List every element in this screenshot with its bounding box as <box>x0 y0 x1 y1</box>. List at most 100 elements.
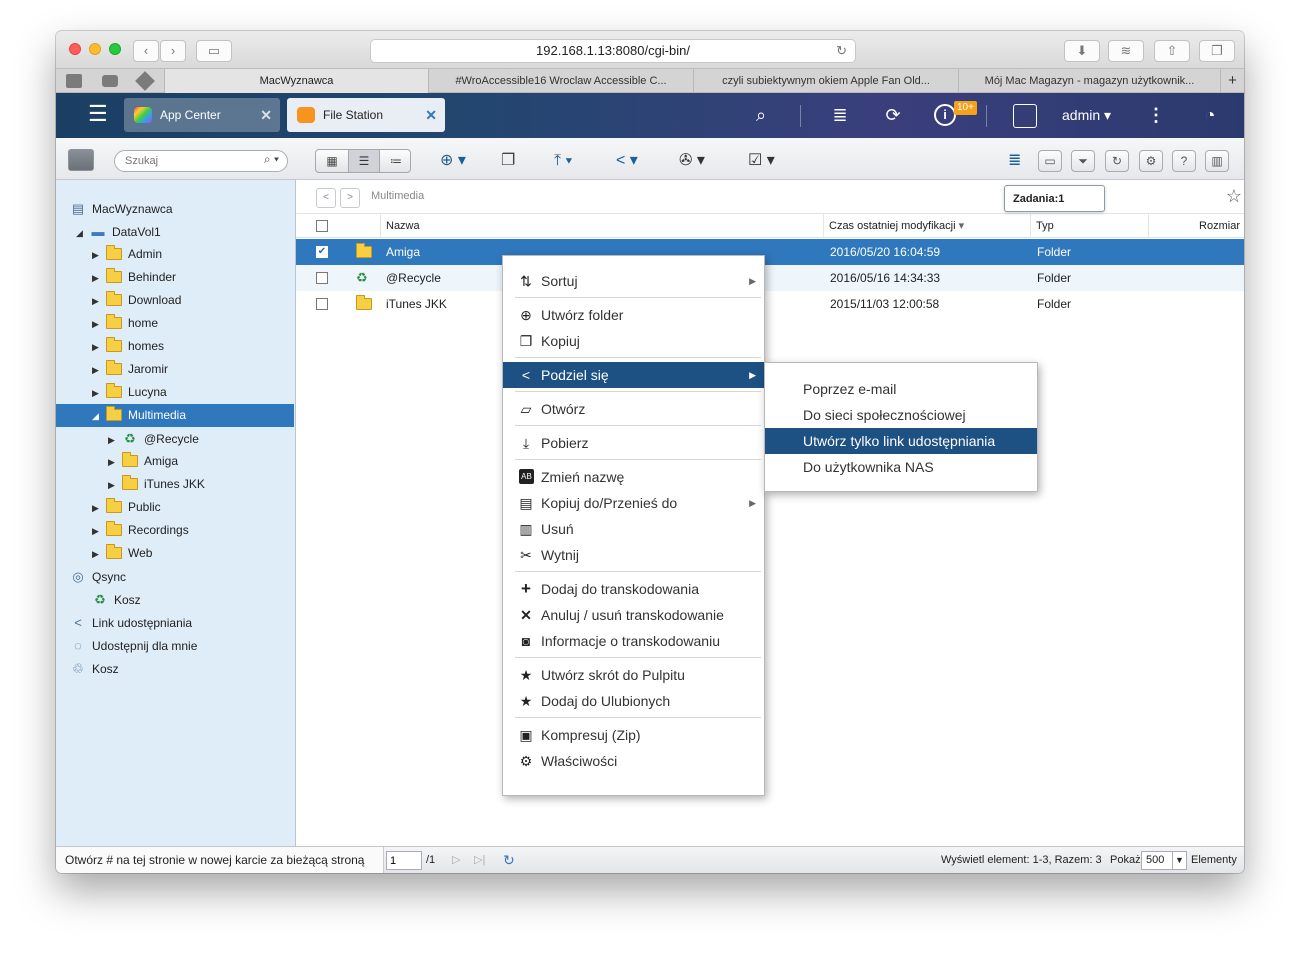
sync-icon[interactable]: ⟳ <box>881 105 905 126</box>
downloads-icon[interactable]: ⬇ <box>1064 40 1100 62</box>
menu-item-desktop-shortcut[interactable]: ★ Utwórz skrót do Pulpitu <box>503 662 764 688</box>
tree-folder[interactable]: ▶ ♻ @Recycle <box>108 427 199 450</box>
menu-item-copy-move[interactable]: ▤ Kopiuj do/Przenieś do ▶ <box>503 490 764 516</box>
network-drive-icon[interactable]: ▭ <box>1038 150 1062 172</box>
tab-app-center[interactable]: App Center ✕ <box>124 98 280 132</box>
breadcrumb-path[interactable]: Multimedia <box>371 190 424 202</box>
help-icon[interactable]: ? <box>1172 150 1196 172</box>
tree-folder[interactable]: ▶ Jaromir <box>92 358 168 381</box>
zoom-window-icon[interactable] <box>109 43 121 55</box>
table-row[interactable]: iTunes JKK 2015/11/03 12:00:58 Folder <box>296 291 1244 317</box>
history-forward-button[interactable]: > <box>340 188 360 208</box>
expand-arrow-icon[interactable]: ▶ <box>92 520 106 543</box>
search-icon[interactable]: ⌕ <box>749 105 773 126</box>
tabs-overview-icon[interactable]: ❐ <box>1199 40 1235 62</box>
tree-qsync-trash[interactable]: ♻ Kosz <box>92 588 141 611</box>
next-page-icon[interactable]: ▷ <box>452 847 460 873</box>
expand-arrow-icon[interactable]: ▶ <box>92 336 106 359</box>
tab-file-station[interactable]: File Station ✕ <box>287 98 445 132</box>
search-field[interactable]: ⌕ ▾ <box>114 150 288 172</box>
tree-folder[interactable]: ▶ Public <box>92 496 161 519</box>
menu-icon[interactable]: ☰ <box>88 103 108 125</box>
expand-arrow-icon[interactable]: ▶ <box>92 313 106 336</box>
tree-share-link[interactable]: < Link udostępniania <box>70 611 192 634</box>
tree-folder[interactable]: ▶ Amiga <box>108 450 178 473</box>
column-size[interactable]: Rozmiar <box>1148 214 1244 238</box>
forward-button[interactable]: › <box>160 40 186 62</box>
expand-arrow-icon[interactable]: ▶ <box>92 290 106 313</box>
tree-shared-with-me[interactable]: ◌ Udostępnij dla mnie <box>70 634 197 657</box>
expand-arrow-icon[interactable]: ▶ <box>92 244 106 267</box>
menu-item-add-transcode[interactable]: + Dodaj do transkodowania <box>503 576 764 602</box>
info-icon[interactable]: i <box>934 104 956 126</box>
toggle-tree-icon[interactable] <box>68 149 94 171</box>
refresh-icon[interactable]: ↻ <box>1105 150 1129 172</box>
pinned-tab-icon[interactable] <box>135 71 155 91</box>
tree-trash[interactable]: ♲ Kosz <box>70 657 119 680</box>
favorite-star-icon[interactable]: ☆ <box>1226 186 1242 207</box>
collapse-arrow-icon[interactable]: ◢ <box>92 405 106 428</box>
history-back-button[interactable]: < <box>316 188 336 208</box>
back-button[interactable]: ‹ <box>133 40 159 62</box>
close-tab-icon[interactable]: ✕ <box>260 98 272 132</box>
menu-item-cut[interactable]: ✂ Wytnij <box>503 542 764 568</box>
per-page-select[interactable]: 500 ▼ <box>1141 851 1187 870</box>
expand-arrow-icon[interactable]: ◢ <box>76 222 90 245</box>
filter-icon[interactable]: ⏷ <box>1071 150 1095 172</box>
close-window-icon[interactable] <box>69 43 81 55</box>
menu-item-cancel-transcode[interactable]: ✕ Anuluj / usuń transkodowanie <box>503 602 764 628</box>
submenu-item-nas-user[interactable]: Do użytkownika NAS <box>765 454 1037 480</box>
row-checkbox[interactable] <box>316 298 328 310</box>
tree-folder[interactable]: ▶ Download <box>92 289 181 312</box>
select-all-checkbox[interactable] <box>316 220 328 232</box>
last-page-icon[interactable]: ▷| <box>474 847 485 873</box>
expand-arrow-icon[interactable]: ▶ <box>92 543 106 566</box>
refresh-list-icon[interactable]: ↻ <box>503 847 515 873</box>
new-tab-button[interactable]: + <box>1220 69 1244 93</box>
user-menu[interactable]: admin ▾ <box>1062 107 1111 124</box>
row-checkbox[interactable]: ✔ <box>316 246 328 258</box>
menu-item-transcode-info[interactable]: ◙ Informacje o transkodowaniu <box>503 628 764 654</box>
menu-item-properties[interactable]: ⚙ Właściwości <box>503 748 764 774</box>
menu-item-compress[interactable]: ▣ Kompresuj (Zip) <box>503 722 764 748</box>
expand-arrow-icon[interactable]: ▶ <box>92 382 106 405</box>
row-checkbox[interactable] <box>316 272 328 284</box>
submenu-item-social[interactable]: Do sieci społecznościowej <box>765 402 1037 428</box>
settings-icon[interactable]: ⚙ <box>1139 150 1163 172</box>
browser-tab[interactable]: #WroAccessible16 Wroclaw Accessible C... <box>428 69 693 93</box>
multi-select-icon[interactable]: ☑ ▾ <box>748 151 775 171</box>
tree-folder[interactable]: ▶ Lucyna <box>92 381 167 404</box>
tree-folder[interactable]: ▶ iTunes JKK <box>108 473 205 496</box>
expand-arrow-icon[interactable]: ▶ <box>108 474 122 497</box>
search-dropdown-icon[interactable]: ⌕ ▾ <box>264 152 279 167</box>
tree-folder-selected[interactable]: ◢ Multimedia <box>56 404 294 427</box>
dashboard-gauge-icon[interactable]: ◔ <box>1198 105 1222 126</box>
table-row[interactable]: ✔ Amiga 2016/05/20 16:04:59 Folder <box>296 239 1244 265</box>
menu-item-delete[interactable]: ▥ Usuń <box>503 516 764 542</box>
youtube-pinned-tab-icon[interactable] <box>102 75 118 87</box>
menu-item-download[interactable]: ⤓ Pobierz <box>503 430 764 456</box>
tree-folder[interactable]: ▶ home <box>92 312 158 335</box>
url-field[interactable]: 192.168.1.13:8080/cgi-bin/ ↻ <box>370 39 856 63</box>
table-row[interactable]: ♻ @Recycle 2016/05/16 14:34:33 Folder <box>296 265 1244 291</box>
background-tasks-icon[interactable]: ≣ <box>1008 151 1021 171</box>
thumbnail-view-icon[interactable]: ▦ <box>316 150 348 172</box>
search-input[interactable] <box>125 153 245 169</box>
layers-icon[interactable]: ≋ <box>1108 40 1144 62</box>
expand-arrow-icon[interactable]: ▶ <box>92 497 106 520</box>
tree-folder[interactable]: ▶ Behinder <box>92 266 176 289</box>
tree-qsync[interactable]: ◎ Qsync <box>70 565 126 588</box>
tools-icon[interactable]: ✇ ▾ <box>679 151 705 171</box>
user-avatar-icon[interactable] <box>1013 104 1037 128</box>
tree-folder[interactable]: ▶ Recordings <box>92 519 189 542</box>
more-options-icon[interactable]: ⋮ <box>1144 105 1168 126</box>
menu-item-create-folder[interactable]: ⊕ Utwórz folder <box>503 302 764 328</box>
tree-folder[interactable]: ▶ homes <box>92 335 164 358</box>
menu-item-sort[interactable]: ⇅ Sortuj ▶ <box>503 268 764 294</box>
submenu-item-create-link[interactable]: Utwórz tylko link udostępniania <box>765 428 1037 454</box>
panel-toggle-icon[interactable]: ▥ <box>1205 150 1229 172</box>
share-menu-icon[interactable]: < ▾ <box>616 151 638 171</box>
detail-view-icon[interactable]: ≔ <box>380 150 412 172</box>
minimize-window-icon[interactable] <box>89 43 101 55</box>
facebook-pinned-tab-icon[interactable] <box>66 74 82 88</box>
